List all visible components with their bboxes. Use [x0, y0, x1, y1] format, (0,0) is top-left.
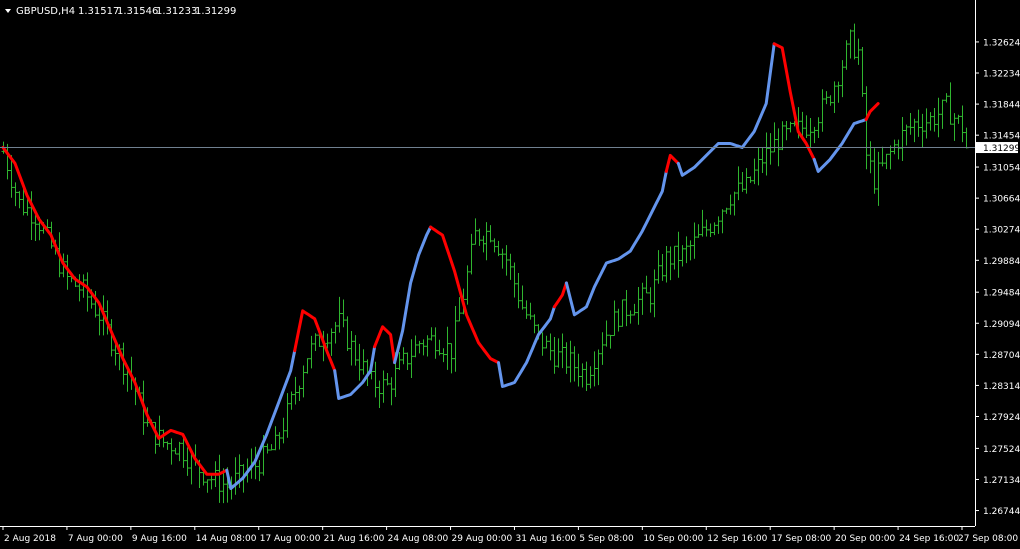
x-tick-label: 5 Sep 08:00: [579, 534, 634, 544]
chart-window[interactable]: 1.32624 1.32234 1.31844 1.31454 1.31054 1.306…: [0, 0, 1020, 549]
x-tick-label: 9 Aug 16:00: [132, 534, 187, 544]
x-tick-label: 12 Sep 16:00: [707, 534, 767, 544]
x-tick-label: 17 Sep 08:00: [771, 534, 831, 544]
x-tick-label: 20 Sep 00:00: [835, 534, 895, 544]
x-tick-label: 29 Aug 00:00: [452, 534, 513, 544]
x-tick-label: 27 Sep 08:00: [958, 534, 1018, 544]
y-tick-label: 1.32234: [983, 70, 1020, 80]
open-price: 1.31517: [78, 6, 119, 17]
x-tick-label: 10 Sep 00:00: [643, 534, 703, 544]
y-tick-label: 1.27924: [983, 413, 1020, 423]
x-tick-label: 14 Aug 08:00: [196, 534, 257, 544]
x-tick-label: 2 Aug 2018: [4, 534, 56, 544]
chart-header: GBPUSD,H4 1.31517 1.31546 1.31233 1.3129…: [5, 6, 236, 17]
y-tick-label: 1.30274: [983, 226, 1020, 236]
x-tick-label: 7 Aug 00:00: [68, 534, 123, 544]
x-tick-label: 24 Sep 16:00: [899, 534, 959, 544]
x-tick-label: 17 Aug 00:00: [260, 534, 321, 544]
y-tick-label: 1.28704: [983, 351, 1020, 361]
y-tick-label: 1.26744: [983, 507, 1020, 517]
current-price-tag: 1.31299: [976, 142, 1020, 154]
y-tick-label: 1.27134: [983, 476, 1020, 486]
y-tick-label: 1.28314: [983, 382, 1020, 392]
x-tick-label: 31 Aug 16:00: [515, 534, 576, 544]
y-tick-label: 1.29094: [983, 320, 1020, 330]
x-tick-label: 21 Aug 16:00: [324, 534, 385, 544]
x-tick-label: 24 Aug 08:00: [388, 534, 449, 544]
y-tick-label: 1.31844: [983, 101, 1020, 111]
y-tick-label: 1.31054: [983, 164, 1020, 174]
close-price: 1.31299: [195, 6, 236, 17]
current-price-label: 1.31299: [983, 144, 1020, 154]
symbol-label: GBPUSD,H4: [16, 6, 75, 17]
y-tick-label: 1.30664: [983, 195, 1020, 205]
price-chart[interactable]: 1.32624 1.32234 1.31844 1.31454 1.31054 1.306…: [0, 0, 1020, 549]
high-price: 1.31546: [117, 6, 158, 17]
y-tick-label: 1.31454: [983, 132, 1020, 142]
low-price: 1.31233: [156, 6, 197, 17]
y-tick-label: 1.27524: [983, 445, 1020, 455]
y-tick-label: 1.32624: [983, 38, 1020, 48]
y-tick-label: 1.29884: [983, 257, 1020, 267]
y-tick-label: 1.29484: [983, 289, 1020, 299]
